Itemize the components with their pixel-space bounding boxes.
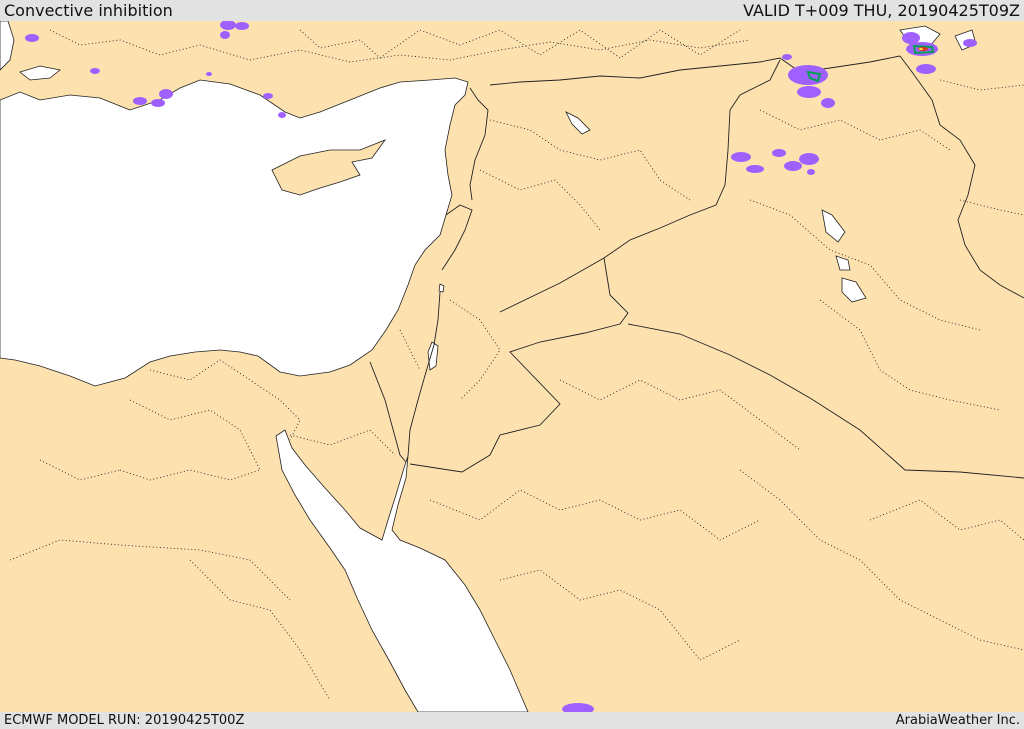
cin-blob bbox=[746, 165, 764, 173]
cin-blob bbox=[772, 149, 786, 157]
cin-blob bbox=[916, 64, 936, 74]
model-run-label: ECMWF MODEL RUN: 20190425T00Z bbox=[4, 713, 245, 728]
cin-blob bbox=[807, 169, 815, 175]
credit-label: ArabiaWeather Inc. bbox=[895, 713, 1020, 728]
cin-blob bbox=[821, 98, 835, 108]
cin-blob bbox=[784, 161, 802, 171]
map-title: Convective inhibition bbox=[4, 1, 173, 20]
cin-blob bbox=[151, 99, 165, 107]
header-bar: Convective inhibition VALID T+009 THU, 2… bbox=[0, 0, 1024, 21]
cin-blob bbox=[235, 22, 249, 30]
map-canvas[interactable] bbox=[0, 21, 1024, 712]
cin-blob bbox=[902, 32, 920, 44]
sea-of-galilee bbox=[438, 283, 445, 293]
cin-blob bbox=[90, 68, 100, 74]
cin-blob bbox=[797, 86, 821, 98]
cin-blob bbox=[963, 39, 977, 47]
cin-blob bbox=[263, 93, 273, 99]
cin-blob bbox=[278, 112, 286, 118]
cin-blob bbox=[206, 72, 212, 76]
valid-time-label: VALID T+009 THU, 20190425T09Z bbox=[743, 1, 1020, 20]
cin-blob bbox=[782, 54, 792, 60]
cin-blob bbox=[25, 34, 39, 42]
footer-bar: ECMWF MODEL RUN: 20190425T00Z ArabiaWeat… bbox=[0, 712, 1024, 729]
cin-core-yellow bbox=[919, 48, 923, 50]
cin-blob bbox=[799, 153, 819, 165]
cin-blob bbox=[133, 97, 147, 105]
cin-blob bbox=[220, 31, 230, 39]
cin-blob bbox=[159, 89, 173, 99]
cin-blob bbox=[731, 152, 751, 162]
